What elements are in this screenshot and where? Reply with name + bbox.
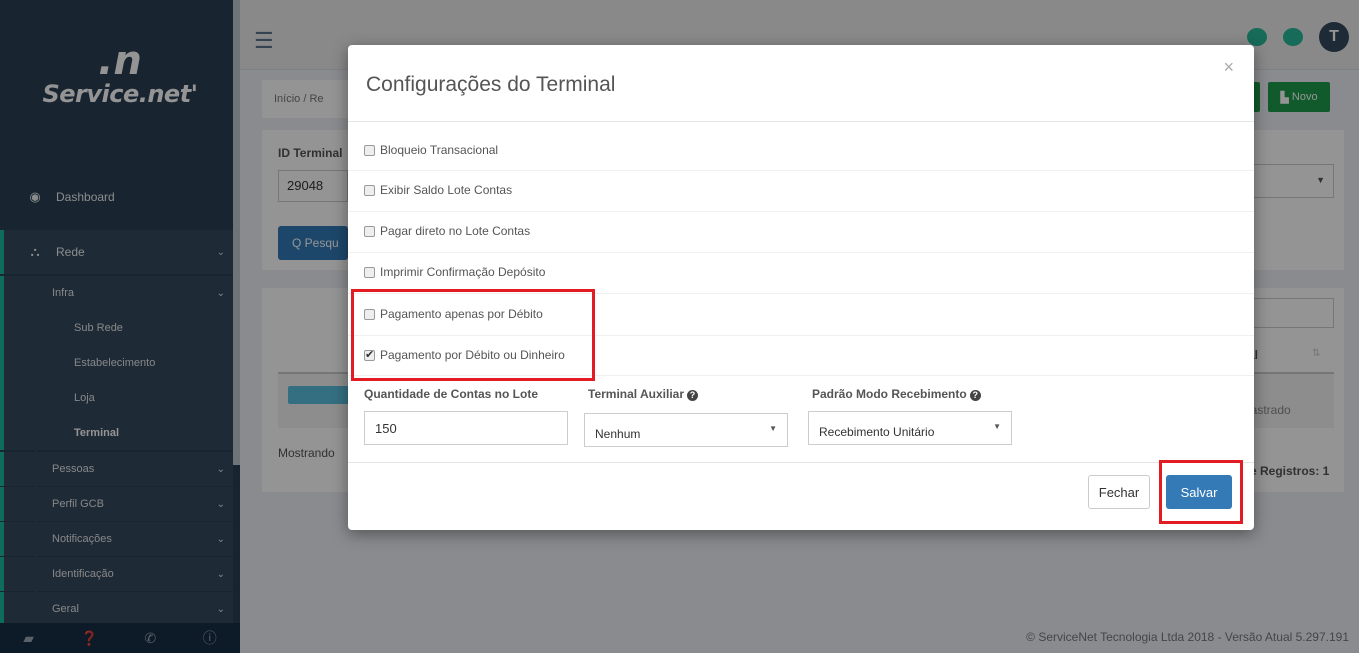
- select-value: Nenhum: [595, 427, 641, 441]
- select-value: Recebimento Unitário: [819, 425, 935, 439]
- checkbox-pagar-direto[interactable]: Pagar direto no Lote Contas: [364, 221, 530, 241]
- checkbox-label: Imprimir Confirmação Depósito: [380, 265, 546, 279]
- modal-header: Configurações do Terminal ×: [348, 45, 1254, 122]
- terminal-auxiliar-label: Terminal Auxiliar?: [588, 387, 699, 401]
- terminal-auxiliar-select[interactable]: Nenhum ▼: [584, 413, 788, 447]
- modal-footer-divider: [348, 462, 1254, 463]
- highlight-box: [351, 289, 595, 381]
- fechar-button[interactable]: Fechar: [1088, 475, 1150, 509]
- divider: [348, 170, 1254, 171]
- divider: [348, 211, 1254, 212]
- field-label-text: Terminal Auxiliar: [588, 387, 685, 401]
- checkbox-label: Bloqueio Transacional: [380, 143, 499, 157]
- quantidade-input[interactable]: 150: [364, 411, 568, 445]
- help-icon[interactable]: ?: [687, 390, 699, 401]
- checkbox-imprimir-confirmacao[interactable]: Imprimir Confirmação Depósito: [364, 262, 545, 282]
- checkbox[interactable]: [364, 225, 375, 237]
- checkbox[interactable]: [364, 266, 375, 278]
- checkbox-label: Exibir Saldo Lote Contas: [380, 183, 513, 197]
- divider: [348, 252, 1254, 253]
- checkbox-bloqueio-transacional[interactable]: Bloqueio Transacional: [364, 140, 498, 160]
- checkbox[interactable]: [364, 144, 375, 156]
- caret-down-icon: ▼: [769, 424, 777, 433]
- terminal-settings-modal: Configurações do Terminal × Bloqueio Tra…: [348, 45, 1254, 530]
- modal-title: Configurações do Terminal: [366, 73, 616, 96]
- help-icon[interactable]: ?: [969, 390, 981, 401]
- close-icon[interactable]: ×: [1223, 57, 1234, 78]
- checkbox-label: Pagar direto no Lote Contas: [380, 224, 531, 238]
- checkbox-exibir-saldo[interactable]: Exibir Saldo Lote Contas: [364, 180, 512, 200]
- checkbox[interactable]: [364, 184, 375, 196]
- padrao-modo-label: Padrão Modo Recebimento?: [812, 387, 981, 401]
- highlight-box: [1159, 460, 1243, 524]
- field-label-text: Padrão Modo Recebimento: [812, 387, 967, 401]
- padrao-modo-select[interactable]: Recebimento Unitário ▼: [808, 411, 1012, 445]
- quantidade-label: Quantidade de Contas no Lote: [364, 387, 539, 401]
- caret-down-icon: ▼: [993, 422, 1001, 431]
